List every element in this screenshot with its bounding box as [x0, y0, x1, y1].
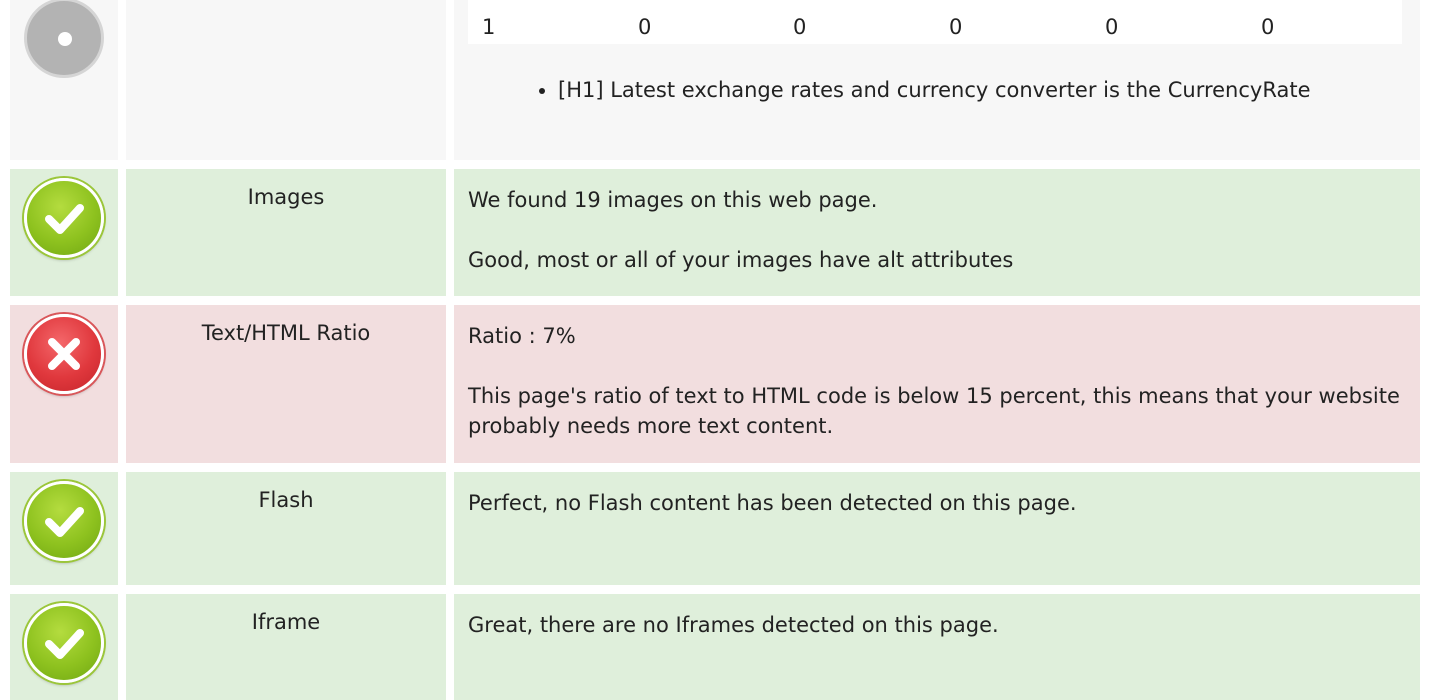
row-content: Perfect, no Flash content has been detec… [454, 472, 1420, 585]
row-text: Great, there are no Iframes detected on … [468, 613, 999, 637]
iframe-row: Iframe Great, there are no Iframes detec… [0, 594, 1430, 700]
headings-count-table: 1 0 0 0 0 0 [468, 0, 1402, 44]
status-icon-cell [10, 169, 118, 296]
seo-report-section: 1 0 0 0 0 0 [H1] Latest exchange rates a… [0, 0, 1430, 700]
row-label: Text/HTML Ratio [126, 305, 446, 463]
row-text: We found 19 images on this web page. [468, 188, 878, 212]
h5-count: 0 [1105, 15, 1119, 39]
check-circle-icon [24, 481, 104, 561]
row-content: Great, there are no Iframes detected on … [454, 594, 1420, 700]
h6-count: 0 [1261, 15, 1275, 39]
flash-row: Flash Perfect, no Flash content has been… [0, 472, 1430, 585]
status-icon-cell [10, 0, 118, 160]
row-text: Good, most or all of your images have al… [468, 248, 1014, 272]
status-icon-cell [10, 594, 118, 700]
headings-list: [H1] Latest exchange rates and currency … [468, 75, 1430, 105]
status-icon-cell [10, 472, 118, 585]
text-html-ratio-row: Text/HTML Ratio Ratio : 7% This page's r… [0, 305, 1430, 463]
check-circle-icon [24, 178, 104, 258]
row-text: Ratio : 7% [468, 324, 576, 348]
images-row: Images We found 19 images on this web pa… [0, 169, 1430, 296]
row-text: Perfect, no Flash content has been detec… [468, 491, 1077, 515]
h3-count: 0 [793, 15, 807, 39]
check-circle-icon [24, 603, 104, 683]
status-icon-cell [10, 305, 118, 463]
x-circle-icon [24, 314, 104, 394]
h2-count: 0 [638, 15, 652, 39]
row-label: Iframe [126, 594, 446, 700]
info-dot-icon [24, 0, 104, 78]
row-label: Images [126, 169, 446, 296]
row-label: Flash [126, 472, 446, 585]
h1-count: 1 [482, 15, 496, 39]
row-content: We found 19 images on this web page. Goo… [454, 169, 1420, 296]
row-label-cell [126, 0, 446, 160]
headings-row: 1 0 0 0 0 0 [H1] Latest exchange rates a… [0, 0, 1430, 160]
h4-count: 0 [949, 15, 963, 39]
row-content: Ratio : 7% This page's ratio of text to … [454, 305, 1420, 463]
list-item: [H1] Latest exchange rates and currency … [558, 75, 1430, 105]
row-text: This page's ratio of text to HTML code i… [468, 384, 1400, 438]
